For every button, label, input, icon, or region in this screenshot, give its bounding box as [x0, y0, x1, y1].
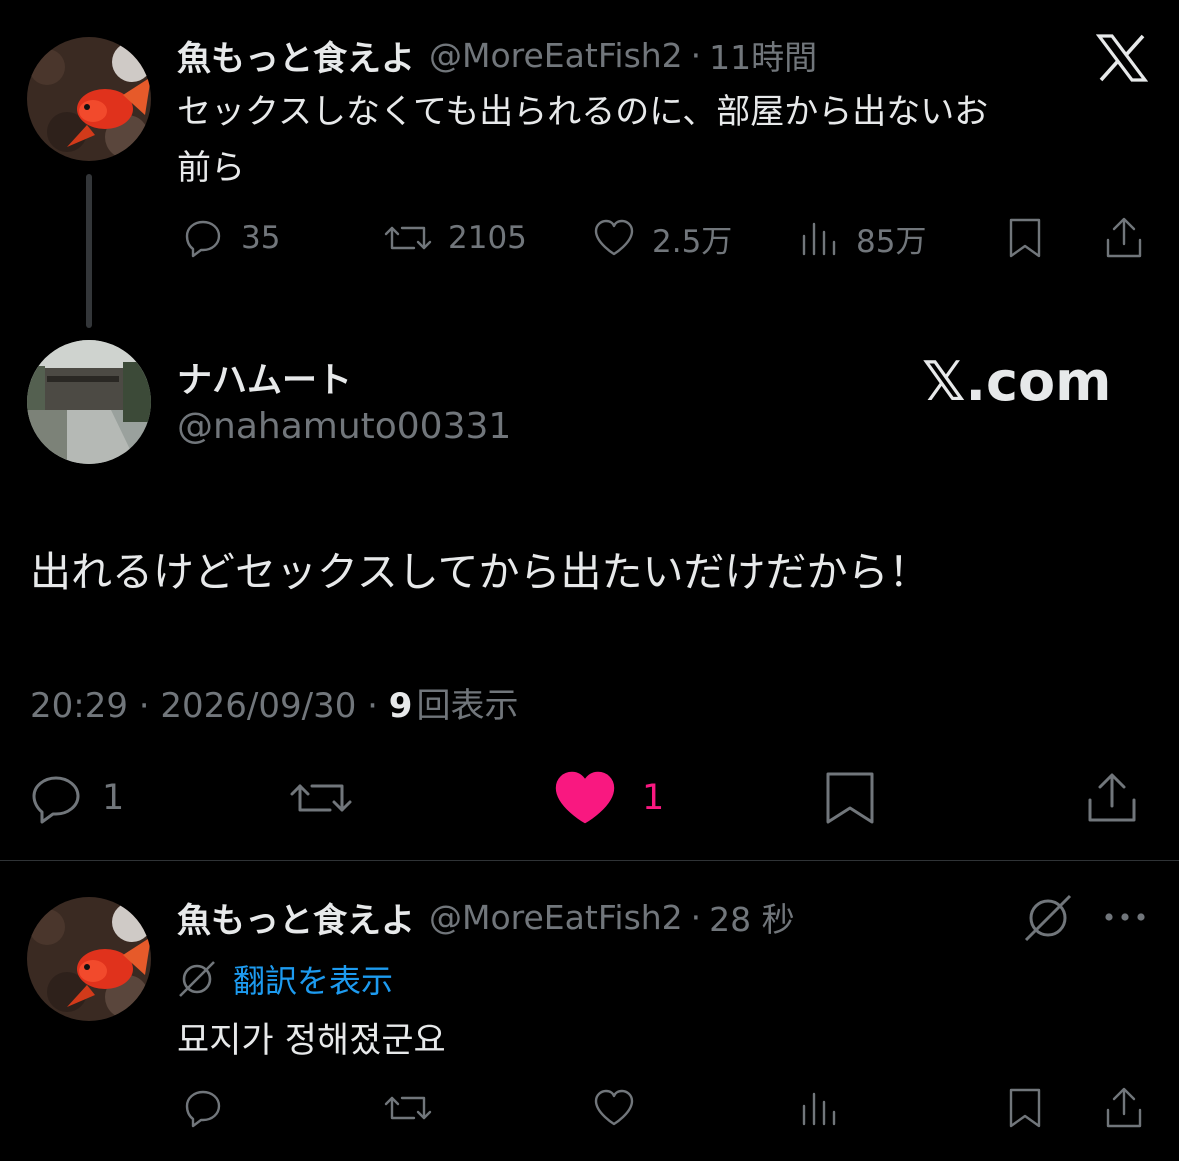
- tweet-text: セックスしなくても出られるのに、部屋から出ないお 前ら: [177, 84, 988, 196]
- separator-dot: ·: [690, 897, 702, 937]
- avatar-moreeatfish-top[interactable]: [27, 37, 151, 161]
- analytics-icon: [802, 1092, 836, 1126]
- reply-count: 35: [241, 220, 281, 256]
- reply-icon: [185, 1090, 221, 1128]
- retweet-count: 2105: [448, 220, 527, 256]
- bookmark-button[interactable]: [1002, 214, 1048, 262]
- tweet-header: 魚もっと食えよ @MoreEatFish2 · 11時間: [177, 31, 817, 80]
- retweet-button[interactable]: [286, 770, 356, 826]
- like-count: 1: [642, 778, 665, 818]
- reply-button[interactable]: 35: [179, 214, 280, 262]
- share-button[interactable]: [1100, 214, 1148, 262]
- user-handle[interactable]: @MoreEatFish2: [429, 898, 683, 937]
- retweet-icon: [290, 784, 352, 812]
- like-button[interactable]: 1: [554, 770, 664, 826]
- thread-line: [86, 174, 92, 328]
- tweet-text-line: 前ら: [177, 148, 245, 188]
- more-options-icon[interactable]: [1102, 906, 1148, 928]
- avatar-nahamuto[interactable]: [27, 340, 151, 464]
- tweet-text: 묘지가 정해졌군요: [177, 1021, 446, 1061]
- share-button[interactable]: [1084, 770, 1140, 826]
- retweet-icon: [384, 1096, 432, 1120]
- tweet-timestamp[interactable]: 20:29 · 2026/09/30 ·: [30, 686, 389, 726]
- watermark-text: 𝕏.com: [922, 350, 1112, 413]
- display-name[interactable]: 魚もっと食えよ: [177, 31, 415, 80]
- reply-button[interactable]: [179, 1084, 227, 1132]
- grok-icon: [179, 961, 215, 997]
- share-icon: [1088, 773, 1136, 822]
- retweet-button[interactable]: [382, 1084, 434, 1132]
- tweet-header: 魚もっと食えよ @MoreEatFish2 · 28 秒: [177, 893, 795, 942]
- share-icon: [1106, 217, 1142, 258]
- analytics-icon: [802, 222, 836, 256]
- user-handle[interactable]: @nahamuto00331: [177, 406, 511, 447]
- avatar-moreeatfish-reply[interactable]: [27, 897, 151, 1021]
- x-logo-icon: [1096, 34, 1148, 82]
- views-button[interactable]: 85万: [798, 214, 926, 262]
- tweet-text-line: セックスしなくても出られるのに、部屋から出ないお: [177, 92, 989, 132]
- tweet-text: 出れるけどセックスしてから出たいだけだから！: [30, 548, 930, 596]
- bookmark-icon: [1009, 218, 1041, 258]
- views-button[interactable]: [798, 1084, 842, 1132]
- tweet-time[interactable]: 28 秒: [709, 893, 794, 941]
- heart-filled-icon: [555, 771, 615, 824]
- heart-icon: [594, 1089, 634, 1126]
- views-count: 85万: [856, 223, 927, 260]
- bookmark-icon: [1009, 1088, 1041, 1128]
- view-count: 9: [388, 686, 413, 726]
- bookmark-button[interactable]: [1002, 1084, 1048, 1132]
- like-button[interactable]: 2.5万: [590, 214, 732, 262]
- display-name[interactable]: ナハムート: [177, 352, 352, 403]
- reply-icon: [185, 220, 221, 258]
- tweet-meta: 20:29 · 2026/09/30 · 9 回表示: [30, 678, 518, 727]
- like-button[interactable]: [590, 1084, 638, 1132]
- divider: [0, 860, 1179, 861]
- bookmark-button[interactable]: [822, 770, 878, 826]
- display-name[interactable]: 魚もっと食えよ: [177, 893, 415, 942]
- retweet-icon: [384, 226, 432, 250]
- retweet-button[interactable]: 2105: [382, 214, 527, 262]
- translate-link[interactable]: 翻訳を表示: [177, 956, 393, 1002]
- user-handle[interactable]: @MoreEatFish2: [429, 36, 683, 75]
- heart-icon: [594, 219, 634, 256]
- translate-label[interactable]: 翻訳を表示: [233, 956, 393, 1002]
- bookmark-icon: [826, 772, 874, 824]
- view-label: 回表示: [416, 686, 519, 726]
- reply-button[interactable]: 1: [28, 770, 124, 826]
- grok-icon[interactable]: [1022, 892, 1074, 944]
- like-count: 2.5万: [652, 223, 733, 260]
- reply-icon: [32, 776, 80, 824]
- share-button[interactable]: [1100, 1084, 1148, 1132]
- share-icon: [1106, 1087, 1142, 1128]
- tweet-time[interactable]: 11時間: [709, 31, 817, 79]
- separator-dot: ·: [690, 35, 702, 75]
- reply-count: 1: [102, 778, 125, 818]
